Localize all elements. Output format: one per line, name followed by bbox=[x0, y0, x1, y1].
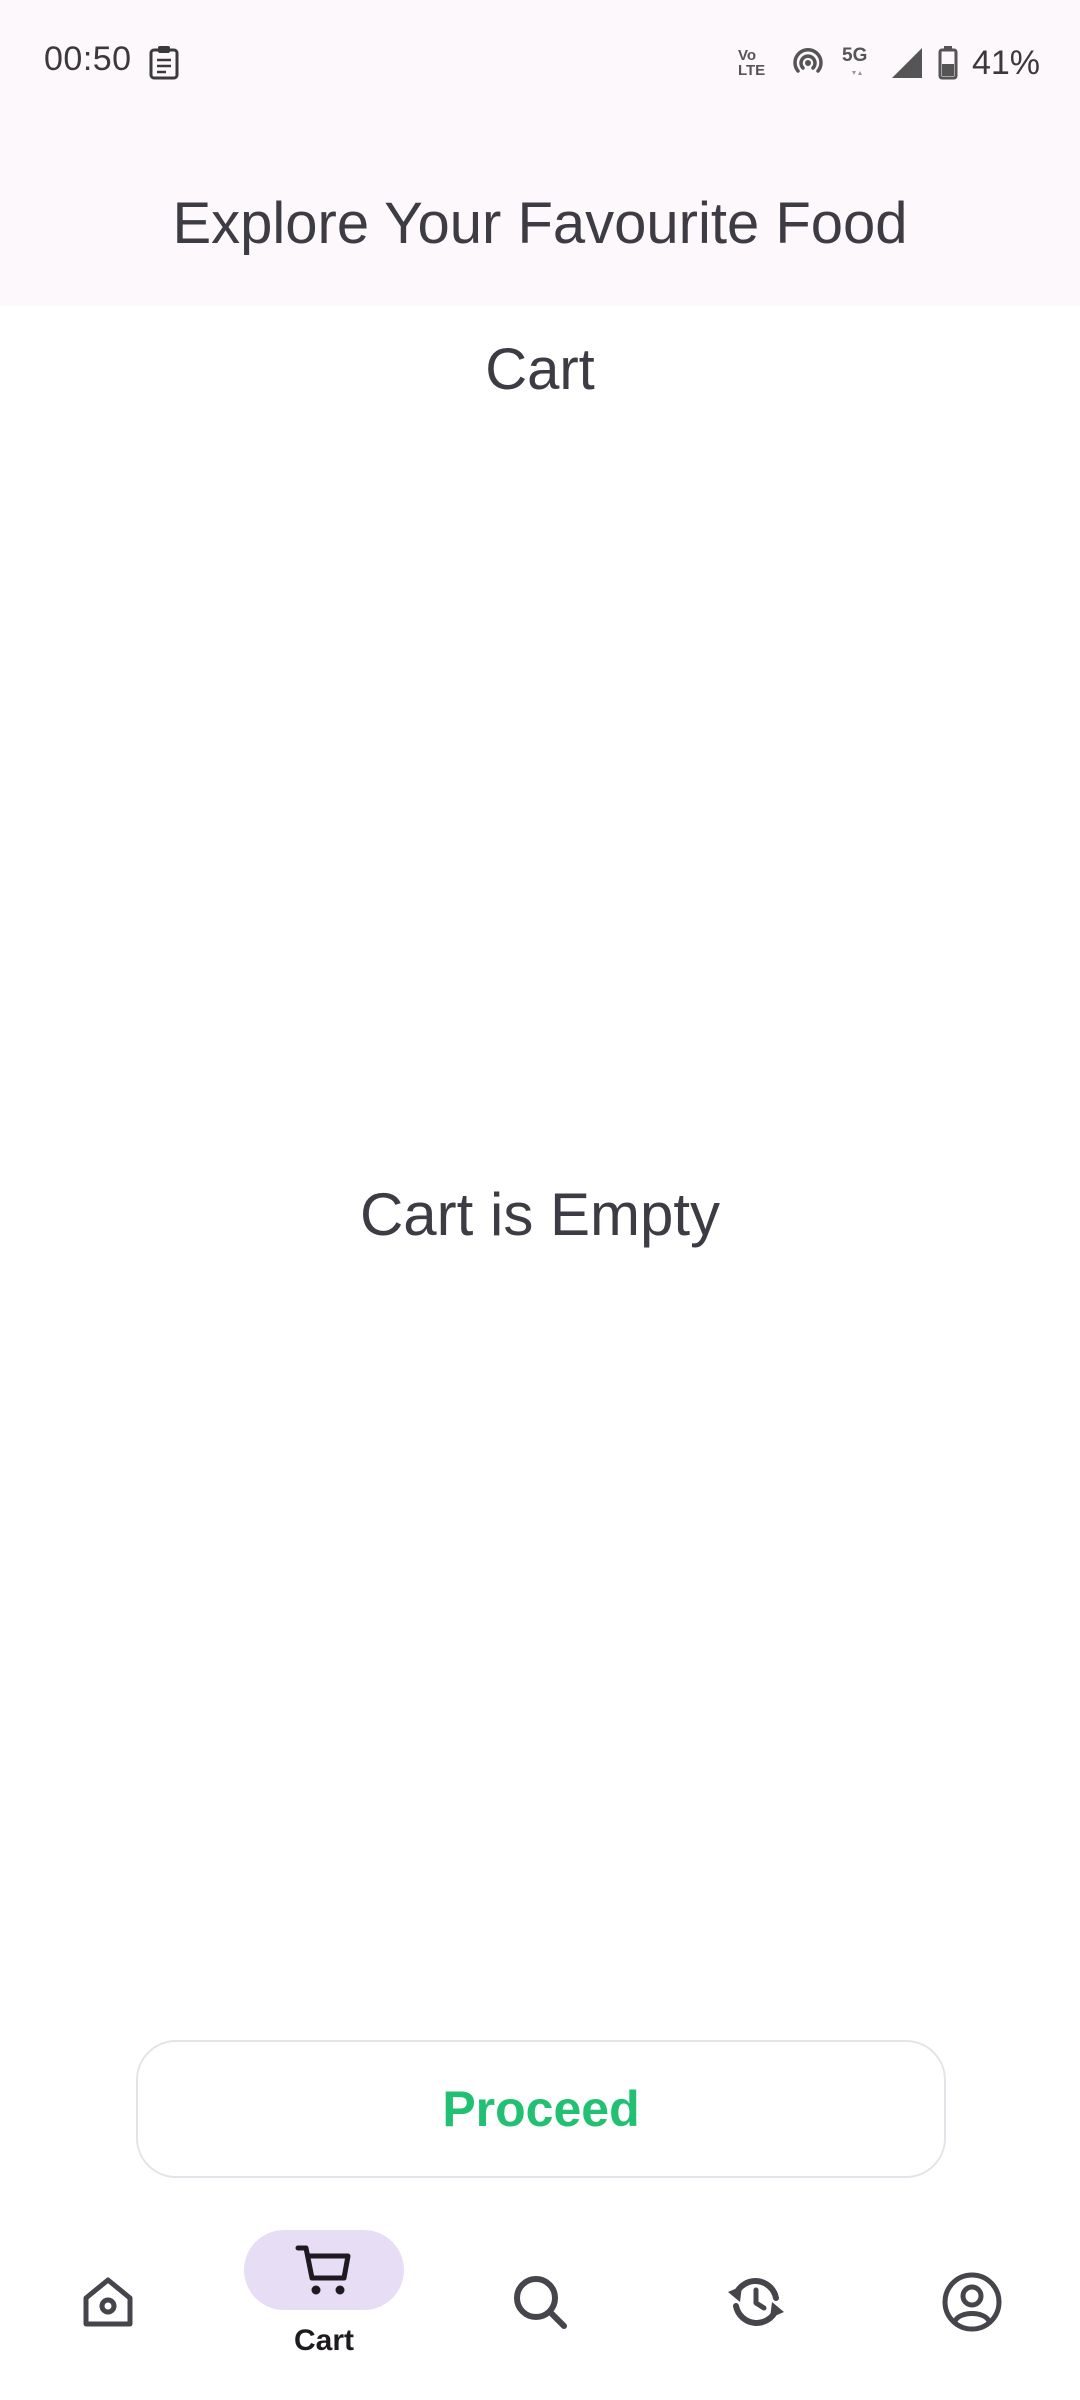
nav-item-cart[interactable]: Cart bbox=[216, 2210, 432, 2400]
nav-label-cart: Cart bbox=[293, 2324, 354, 2357]
volte-bottom-label: LTE bbox=[737, 62, 766, 79]
search-icon bbox=[514, 2276, 567, 2329]
volte-icon: Vo LTE bbox=[738, 48, 776, 78]
nav-item-search[interactable] bbox=[432, 2210, 648, 2400]
battery-percentage: 41% bbox=[971, 43, 1040, 82]
network-type-label: 5G bbox=[842, 45, 867, 66]
nav-item-history[interactable] bbox=[648, 2210, 864, 2400]
cart-icon bbox=[295, 2245, 351, 2295]
history-icon bbox=[728, 2278, 784, 2326]
app-title: Explore Your Favourite Food bbox=[172, 191, 908, 256]
nav-item-home[interactable] bbox=[0, 2210, 216, 2400]
status-icons: Vo LTE 5G 41% bbox=[738, 38, 1040, 88]
network-5g-icon: 5G bbox=[842, 45, 867, 75]
clipboard-icon bbox=[149, 46, 179, 80]
home-icon bbox=[83, 2277, 133, 2327]
page-heading: Cart bbox=[485, 337, 595, 402]
hotspot-icon bbox=[793, 47, 823, 73]
cart-empty-message: Cart is Empty bbox=[359, 1181, 721, 1248]
nav-item-profile[interactable] bbox=[864, 2210, 1080, 2400]
proceed-button[interactable]: Proceed bbox=[136, 2040, 946, 2178]
bottom-navigation: Cart bbox=[0, 2210, 1080, 2400]
status-time: 00:50 bbox=[44, 40, 132, 78]
signal-icon bbox=[891, 48, 922, 78]
status-bar: 00:50 Vo LTE 5G 41% bbox=[0, 0, 1080, 126]
top-area: 00:50 Vo LTE 5G 41% Explore Your Favouri… bbox=[0, 0, 1080, 306]
volte-top-label: Vo bbox=[737, 47, 756, 64]
battery-icon bbox=[938, 46, 958, 80]
profile-icon bbox=[942, 2272, 1002, 2332]
